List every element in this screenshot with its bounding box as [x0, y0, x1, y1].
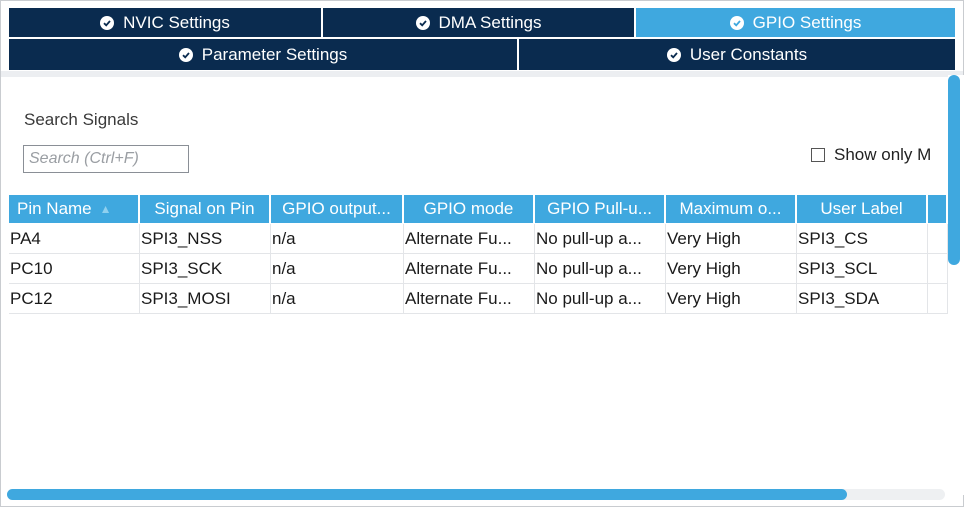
- horizontal-scroll-thumb[interactable]: [7, 489, 847, 500]
- cell-extra: [928, 254, 948, 283]
- check-circle-icon: [666, 47, 681, 62]
- cell-user-label: SPI3_SDA: [797, 284, 928, 313]
- column-header-extra[interactable]: [928, 195, 946, 223]
- show-only-label: Show only M: [834, 145, 932, 164]
- cell-signal: SPI3_MOSI: [140, 284, 271, 313]
- tab-divider: [1, 71, 963, 77]
- tab-label: DMA Settings: [438, 12, 542, 32]
- column-header-gpio-pull[interactable]: GPIO Pull-u...: [535, 195, 666, 223]
- cell-signal: SPI3_NSS: [140, 224, 271, 253]
- check-circle-icon: [729, 15, 744, 30]
- table-row[interactable]: PC10 SPI3_SCK n/a Alternate Fu... No pul…: [9, 254, 948, 284]
- cell-signal: SPI3_SCK: [140, 254, 271, 283]
- show-only-filter[interactable]: Show only M: [811, 145, 931, 165]
- cell-gpio-output: n/a: [271, 254, 404, 283]
- cell-gpio-mode: Alternate Fu...: [404, 284, 535, 313]
- cell-max-speed: Very High: [666, 284, 797, 313]
- show-only-checkbox[interactable]: [811, 148, 825, 162]
- column-header-gpio-output[interactable]: GPIO output...: [271, 195, 404, 223]
- cell-user-label: SPI3_CS: [797, 224, 928, 253]
- column-header-signal-on-pin[interactable]: Signal on Pin: [140, 195, 271, 223]
- cell-gpio-output: n/a: [271, 284, 404, 313]
- sort-arrow-icon: ▲: [99, 202, 112, 216]
- search-signals-label: Search Signals: [24, 110, 139, 129]
- table-row[interactable]: PA4 SPI3_NSS n/a Alternate Fu... No pull…: [9, 224, 948, 254]
- column-header-pin-name[interactable]: Pin Name ▲: [9, 195, 140, 223]
- gpio-config-panel: NVIC Settings DMA Settings GPIO Settings…: [0, 0, 964, 507]
- tab-label: NVIC Settings: [123, 12, 230, 32]
- tab-label: User Constants: [689, 44, 808, 64]
- column-header-maximum-output-speed[interactable]: Maximum o...: [666, 195, 797, 223]
- tab-nvic-settings[interactable]: NVIC Settings: [9, 8, 323, 37]
- cell-max-speed: Very High: [666, 224, 797, 253]
- cell-gpio-mode: Alternate Fu...: [404, 224, 535, 253]
- cell-gpio-pull: No pull-up a...: [535, 254, 666, 283]
- tab-parameter-settings[interactable]: Parameter Settings: [9, 39, 519, 70]
- tab-label: GPIO Settings: [752, 12, 862, 32]
- tab-row-top: NVIC Settings DMA Settings GPIO Settings: [9, 8, 955, 37]
- tab-row-bottom: Parameter Settings User Constants: [9, 39, 955, 70]
- cell-extra: [928, 224, 948, 253]
- check-circle-icon: [178, 47, 193, 62]
- tab-dma-settings[interactable]: DMA Settings: [323, 8, 636, 37]
- cell-gpio-output: n/a: [271, 224, 404, 253]
- tab-label: Parameter Settings: [201, 44, 348, 64]
- column-header-user-label[interactable]: User Label: [797, 195, 928, 223]
- tab-user-constants[interactable]: User Constants: [519, 39, 955, 70]
- tab-gpio-settings[interactable]: GPIO Settings: [636, 8, 955, 37]
- cell-user-label: SPI3_SCL: [797, 254, 928, 283]
- cell-pin-name: PC10: [9, 254, 140, 283]
- cell-extra: [928, 284, 948, 313]
- cell-gpio-pull: No pull-up a...: [535, 284, 666, 313]
- cell-pin-name: PA4: [9, 224, 140, 253]
- column-header-gpio-mode[interactable]: GPIO mode: [404, 195, 535, 223]
- cell-gpio-mode: Alternate Fu...: [404, 254, 535, 283]
- signals-table-body: PA4 SPI3_NSS n/a Alternate Fu... No pull…: [9, 224, 948, 314]
- vertical-scroll-thumb[interactable]: [948, 75, 960, 265]
- cell-pin-name: PC12: [9, 284, 140, 313]
- signals-table-header: Pin Name ▲ Signal on Pin GPIO output... …: [9, 195, 946, 223]
- check-circle-icon: [100, 15, 115, 30]
- cell-max-speed: Very High: [666, 254, 797, 283]
- check-circle-icon: [415, 15, 430, 30]
- search-input[interactable]: [23, 145, 189, 173]
- table-row[interactable]: PC12 SPI3_MOSI n/a Alternate Fu... No pu…: [9, 284, 948, 314]
- cell-gpio-pull: No pull-up a...: [535, 224, 666, 253]
